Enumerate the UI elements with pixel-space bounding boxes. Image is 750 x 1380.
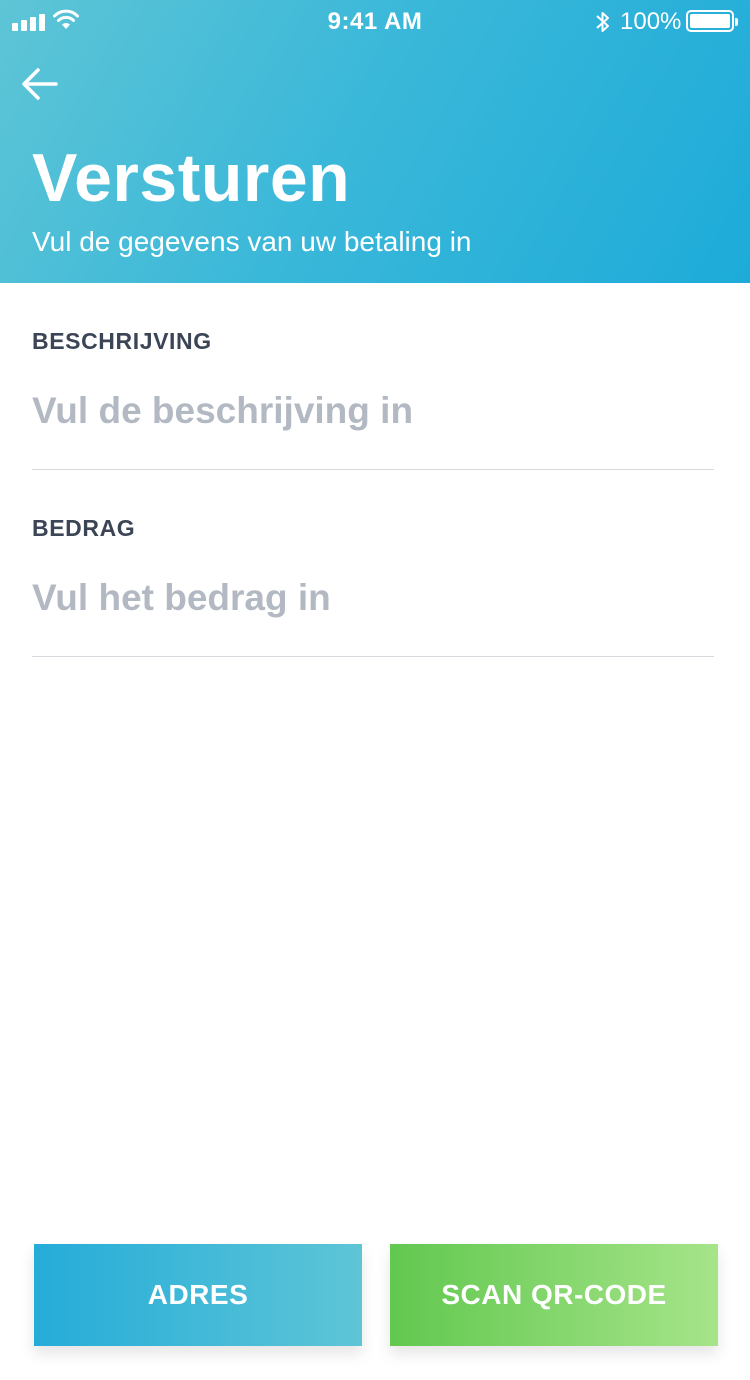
address-button-label: ADRES	[147, 1279, 249, 1310]
battery-level	[690, 14, 730, 28]
send-payment-screen: 9:41 AM 100% Versturen Vul de gegevens v…	[0, 0, 750, 1380]
page-subtitle: Vul de gegevens van uw betaling in	[32, 226, 472, 257]
address-button[interactable]: ADRES	[34, 1244, 362, 1346]
description-field: BESCHRIJVING	[32, 328, 714, 433]
scan-qr-code-button[interactable]: SCAN QR-CODE	[390, 1244, 718, 1346]
header: 9:41 AM 100% Versturen Vul de gegevens v…	[0, 0, 750, 283]
page-title: Versturen	[32, 140, 351, 216]
amount-input[interactable]	[32, 576, 714, 620]
description-divider	[32, 469, 714, 470]
status-bar: 9:41 AM 100%	[0, 0, 750, 42]
battery-icon	[686, 10, 738, 32]
amount-divider	[32, 656, 714, 657]
bluetooth-icon	[596, 12, 609, 32]
arrow-left-icon	[22, 68, 58, 100]
amount-label: BEDRAG	[32, 515, 136, 541]
back-button[interactable]	[20, 64, 60, 104]
amount-field: BEDRAG	[32, 515, 714, 620]
scan-qr-code-button-label: SCAN QR-CODE	[441, 1279, 667, 1310]
description-label: BESCHRIJVING	[32, 328, 212, 354]
description-input[interactable]	[32, 389, 714, 433]
battery-percent: 100%	[620, 8, 682, 35]
